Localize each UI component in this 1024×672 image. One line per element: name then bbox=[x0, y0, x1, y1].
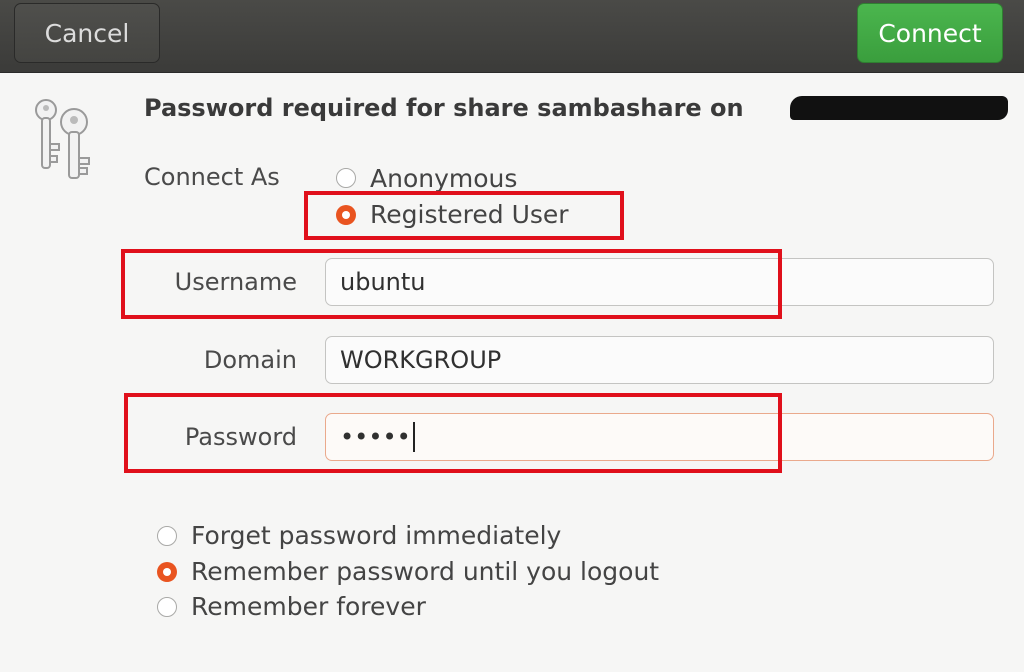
highlight-password bbox=[124, 393, 782, 473]
radio-forget-password[interactable] bbox=[157, 526, 177, 546]
radio-forget-password-label: Forget password immediately bbox=[191, 521, 562, 550]
highlight-registered-user bbox=[304, 191, 624, 240]
radio-anonymous-label: Anonymous bbox=[370, 164, 518, 193]
redacted-host bbox=[790, 96, 1008, 120]
keys-icon bbox=[35, 99, 90, 179]
radio-remember-until-logout-label: Remember password until you logout bbox=[191, 557, 660, 586]
radio-anonymous[interactable] bbox=[336, 168, 356, 188]
domain-value: WORKGROUP bbox=[340, 346, 502, 374]
radio-remember-forever-label: Remember forever bbox=[191, 592, 426, 621]
radio-remember-until-logout[interactable] bbox=[157, 562, 177, 582]
connect-button[interactable]: Connect bbox=[857, 3, 1003, 63]
highlight-username bbox=[121, 249, 782, 319]
radio-remember-forever[interactable] bbox=[157, 597, 177, 617]
header-bar: Cancel Connect bbox=[0, 0, 1024, 73]
connect-as-label: Connect As bbox=[144, 163, 280, 191]
domain-label: Domain bbox=[203, 346, 297, 374]
domain-input[interactable]: WORKGROUP bbox=[325, 336, 994, 384]
dialog-title: Password required for share sambashare o… bbox=[144, 94, 744, 122]
cancel-button[interactable]: Cancel bbox=[14, 3, 160, 63]
